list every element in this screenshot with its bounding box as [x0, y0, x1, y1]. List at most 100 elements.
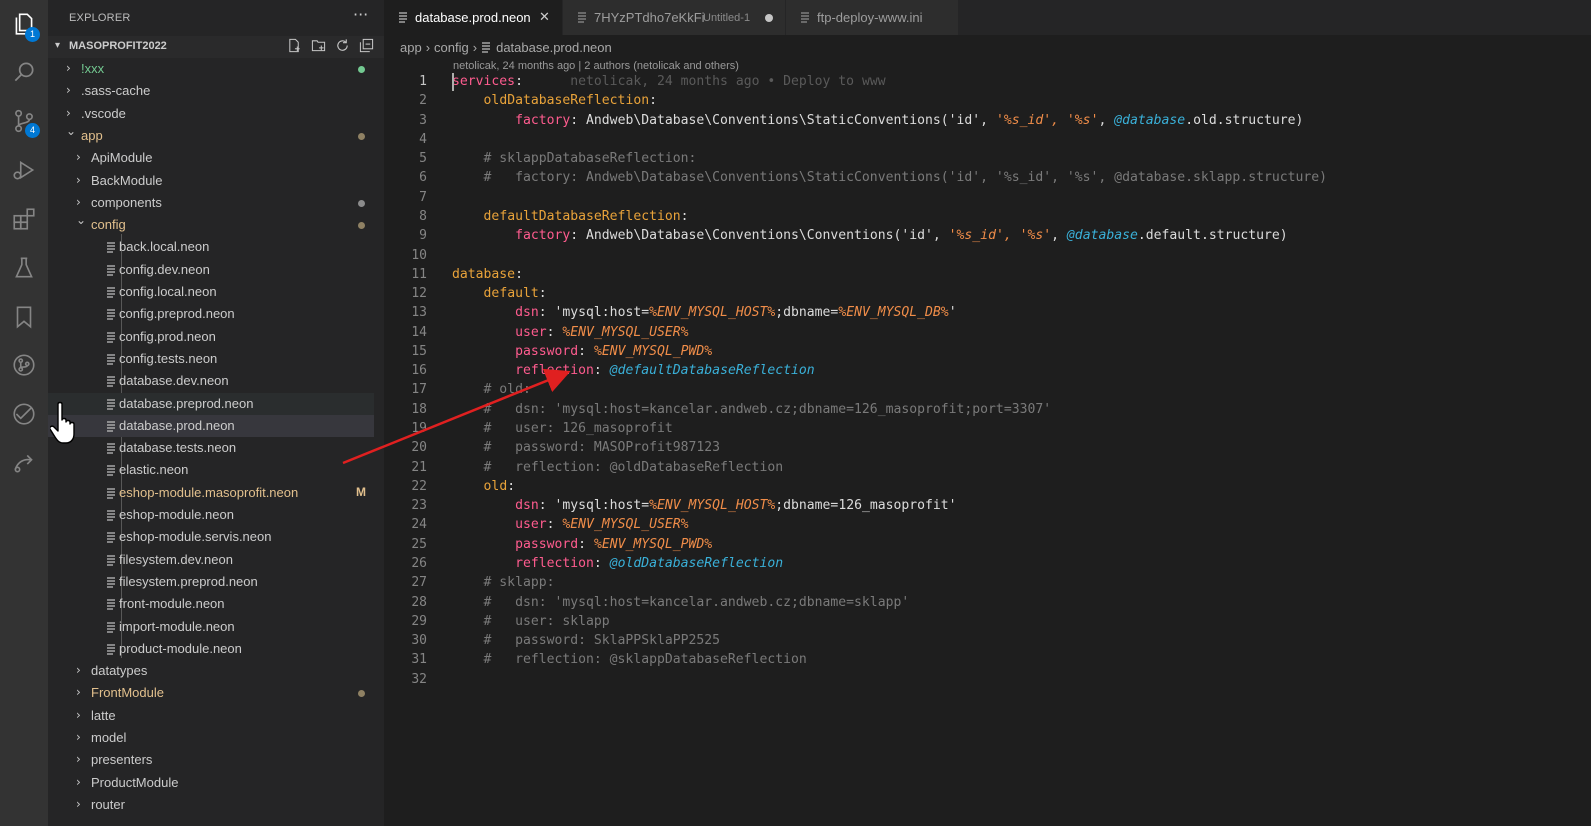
line-number: 32 [411, 671, 427, 687]
chevron-right-icon[interactable]: › [66, 106, 71, 120]
tree-file[interactable]: eshop-module.neon [48, 504, 374, 526]
chevron-right-icon[interactable]: › [76, 150, 81, 164]
tree-file[interactable]: config.preprod.neon [48, 303, 374, 325]
tab-untitled-1[interactable]: 7HYzPTdho7eKkFi Untitled-1 [563, 0, 786, 35]
chevron-down-icon[interactable]: ⌄ [66, 124, 76, 138]
breadcrumb-file[interactable]: database.prod.neon [496, 40, 612, 55]
tree-folder[interactable]: › BackModule [48, 170, 374, 192]
chevron-right-icon[interactable]: › [66, 83, 71, 97]
tree-item-label: presenters [91, 752, 153, 768]
more-actions-icon[interactable]: ··· [353, 5, 368, 24]
tree-folder[interactable]: › latte [48, 705, 374, 727]
remote-icon[interactable] [0, 439, 48, 487]
file-lines-icon [107, 398, 115, 410]
tree-file[interactable]: database.preprod.neon [48, 392, 374, 415]
tree-folder[interactable]: ⌄ app [48, 124, 374, 147]
tree-folder[interactable]: › datatypes [48, 660, 374, 682]
tree-file[interactable]: elastic.neon [48, 459, 374, 481]
deploy-icon[interactable] [0, 390, 48, 438]
tree-item-label: filesystem.preprod.neon [119, 573, 258, 589]
workspace-header[interactable]: ▾ MASOPROFIT2022 [48, 36, 384, 58]
chevron-down-icon[interactable]: ⌄ [76, 213, 86, 227]
code-line: 10 [384, 247, 1591, 266]
file-lines-icon [107, 421, 115, 432]
tree-file[interactable]: config.prod.neon [48, 326, 374, 348]
line-number: 30 [411, 633, 427, 649]
tree-file[interactable]: database.prod.neon [48, 414, 374, 437]
tree-folder[interactable]: › components [48, 192, 374, 214]
testing-icon[interactable] [0, 244, 48, 292]
chevron-right-icon[interactable]: › [76, 752, 81, 766]
tree-file[interactable]: database.tests.neon [48, 437, 374, 459]
chevron-right-icon[interactable]: › [76, 173, 81, 187]
tree-file[interactable]: filesystem.dev.neon [48, 549, 374, 571]
code-line: 12 default: [384, 285, 1591, 304]
tree-file[interactable]: eshop-module.masoprofit.neon M [48, 482, 374, 504]
tree-file[interactable]: eshop-module.servis.neon [48, 526, 374, 548]
chevron-right-icon[interactable]: › [66, 61, 71, 75]
tree-file[interactable]: config.local.neon [48, 281, 374, 303]
code-line: 14 user: %ENV_MYSQL_USER% [384, 324, 1591, 343]
breadcrumb-config[interactable]: config [434, 40, 469, 55]
chevron-right-icon[interactable]: › [76, 797, 81, 811]
code-line: 23 dsn: 'mysql:host=%ENV_MYSQL_HOST%;dbn… [384, 497, 1591, 516]
tree-file[interactable]: database.dev.neon [48, 370, 374, 392]
new-folder-icon[interactable] [310, 37, 327, 54]
tree-folder[interactable]: ⌄ config [48, 213, 374, 236]
source-control-icon[interactable]: 4 [0, 97, 48, 145]
tree-item-label: model [91, 730, 127, 745]
file-lines-icon [578, 12, 586, 23]
chevron-right-icon[interactable]: › [76, 663, 81, 677]
run-debug-icon[interactable] [0, 146, 48, 194]
line-number: 1 [419, 74, 427, 89]
git-modified-badge: M [356, 484, 366, 499]
breadcrumb-app[interactable]: app [400, 40, 422, 55]
tree-item-label: ApiModule [91, 150, 153, 166]
code-text: # user: sklapp [452, 613, 610, 629]
tree-file[interactable]: filesystem.preprod.neon [48, 571, 374, 593]
tree-folder[interactable]: › !xxx [48, 58, 374, 80]
tree-folder[interactable]: › ApiModule [48, 147, 374, 169]
unsaved-dot-icon[interactable] [765, 14, 773, 22]
chevron-right-icon[interactable]: › [76, 708, 81, 722]
tree-folder[interactable]: › model [48, 727, 374, 749]
tree-file[interactable]: back.local.neon [48, 236, 374, 258]
chevron-right-icon[interactable]: › [76, 685, 81, 699]
code-line: 18 # dsn: 'mysql:host=kancelar.andweb.cz… [384, 401, 1591, 420]
extensions-icon[interactable] [0, 195, 48, 243]
codelens-blame[interactable]: netolicak, 24 months ago | 2 authors (ne… [453, 60, 739, 72]
tree-folder[interactable]: › router [48, 794, 374, 816]
code-line: 5 # sklappDatabaseReflection: [384, 150, 1591, 169]
code-text: # reflection: @sklappDatabaseReflection [452, 652, 807, 668]
collapse-all-icon[interactable] [358, 37, 375, 54]
git-graph-icon[interactable] [0, 341, 48, 389]
tree-folder[interactable]: › .sass-cache [48, 80, 374, 102]
chevron-right-icon[interactable]: › [76, 195, 81, 209]
code-text: oldDatabaseReflection: [483, 93, 657, 109]
new-file-icon[interactable] [286, 37, 303, 54]
line-number: 6 [419, 170, 427, 186]
source-control-badge: 4 [25, 123, 40, 138]
tree-folder[interactable]: › .vscode [48, 103, 374, 125]
chevron-right-icon[interactable]: › [76, 730, 81, 744]
code-line: 1 services: netolicak, 24 months ago • De… [384, 73, 1591, 92]
search-icon[interactable] [0, 48, 48, 96]
tree-folder[interactable]: › FrontModule [48, 682, 374, 704]
file-lines-icon [399, 12, 407, 23]
code-editor[interactable]: netolicak, 24 months ago | 2 authors (ne… [384, 58, 1591, 826]
tree-folder[interactable]: › presenters [48, 749, 374, 771]
tree-file[interactable]: config.dev.neon [48, 259, 374, 281]
tree-item-label: back.local.neon [119, 239, 210, 255]
close-icon[interactable]: ✕ [539, 9, 550, 25]
explorer-icon[interactable]: 1 [0, 0, 48, 48]
refresh-icon[interactable] [334, 37, 351, 54]
tree-file[interactable]: product-module.neon [48, 638, 374, 660]
bookmarks-icon[interactable] [0, 293, 48, 341]
tab-database-prod-neon[interactable]: database.prod.neon ✕ [384, 0, 563, 35]
tab-ftp-deploy-www-ini[interactable]: ftp-deploy-www.ini [786, 0, 959, 35]
tree-file[interactable]: import-module.neon [48, 616, 374, 638]
tree-folder[interactable]: › ProductModule [48, 772, 374, 794]
chevron-right-icon[interactable]: › [76, 775, 81, 789]
tree-file[interactable]: config.tests.neon [48, 348, 374, 370]
tree-file[interactable]: front-module.neon [48, 593, 374, 615]
